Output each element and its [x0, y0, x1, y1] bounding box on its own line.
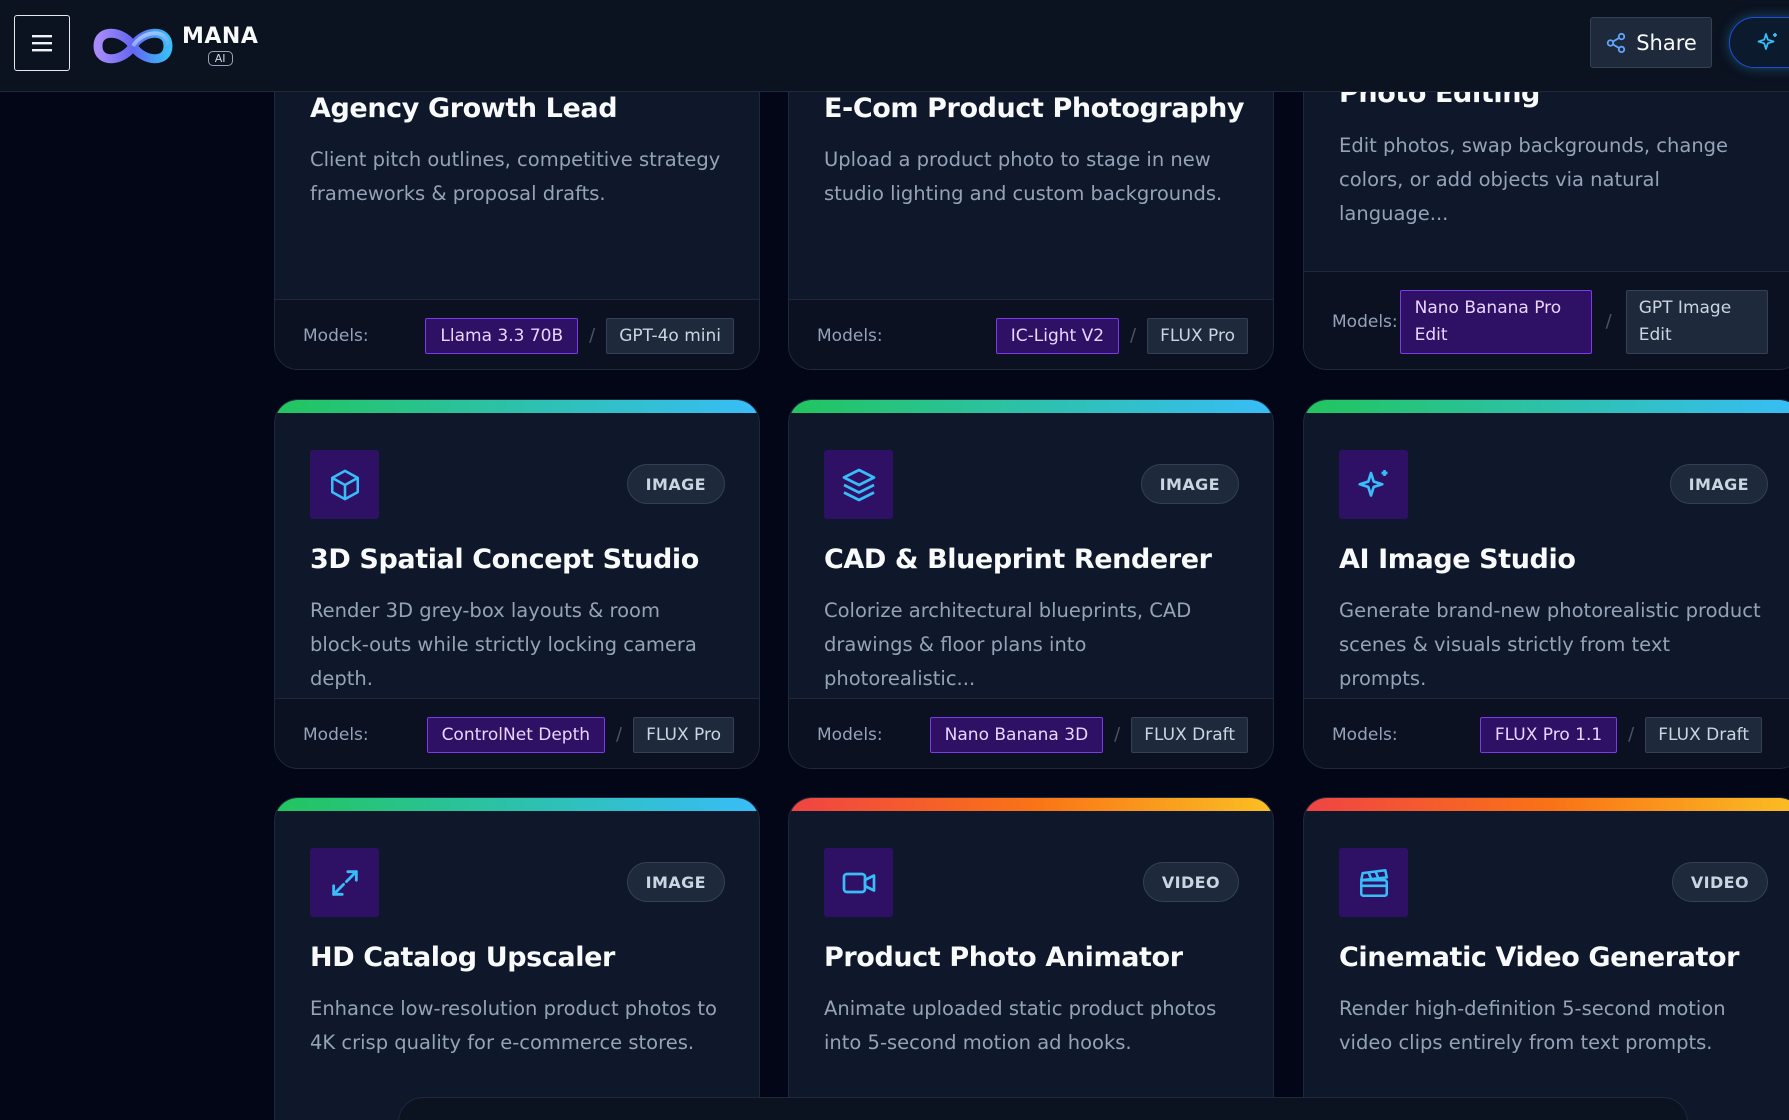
infinity-logo-icon — [93, 28, 173, 64]
card-accent-bar — [275, 400, 759, 413]
category-badge: VIDEO — [1671, 862, 1768, 902]
logo-text: MANA AI — [182, 26, 258, 66]
tool-card[interactable]: IMAGE 3D Spatial Concept Studio Render 3… — [274, 399, 760, 769]
card-description: Render 3D grey-box layouts & room block-… — [310, 599, 697, 690]
card-title: E-Com Product Photography — [824, 93, 1245, 124]
separator: / — [1114, 724, 1121, 745]
card-title: 3D Spatial Concept Studio — [310, 544, 699, 575]
card-description: Animate uploaded static product photos i… — [824, 997, 1217, 1054]
logo-sub: AI — [207, 51, 233, 66]
menu-button[interactable] — [14, 15, 70, 71]
model-chip-secondary[interactable]: GPT Image Edit — [1625, 289, 1768, 354]
share-button[interactable]: Share — [1590, 17, 1712, 68]
card-models: Models: IC-Light V2 / FLUX Pro — [789, 299, 1273, 369]
card-title: Product Photo Animator — [824, 942, 1183, 973]
card-accent-bar — [789, 400, 1273, 413]
category-badge: IMAGE — [626, 862, 725, 902]
expand-icon — [331, 869, 358, 896]
card-title: CAD & Blueprint Renderer — [824, 544, 1212, 575]
models-label: Models: — [817, 325, 883, 346]
model-chip-primary[interactable]: FLUX Pro 1.1 — [1479, 716, 1618, 753]
share-icon — [1607, 32, 1626, 53]
category-badge: VIDEO — [1142, 862, 1239, 902]
card-title: Cinematic Video Generator — [1339, 942, 1740, 973]
card-description: Edit photos, swap backgrounds, change co… — [1339, 134, 1729, 225]
card-icon — [1339, 450, 1408, 519]
card-accent-bar — [789, 798, 1273, 811]
page: MANA AI Share Agency Growth Lead Client … — [0, 0, 1789, 1120]
card-description: Upload a product photo to stage in new s… — [824, 148, 1223, 205]
category-badge: IMAGE — [1669, 464, 1768, 504]
cube-icon — [330, 469, 359, 500]
tool-card[interactable]: IMAGE AI Image Studio Generate brand-new… — [1303, 399, 1789, 769]
hamburger-icon — [32, 35, 52, 52]
card-description: Enhance low-resolution product photos to… — [310, 997, 717, 1054]
model-chip-secondary[interactable]: FLUX Pro — [1147, 317, 1248, 354]
card-icon — [824, 450, 893, 519]
model-chip-secondary[interactable]: FLUX Draft — [1131, 716, 1248, 753]
card-description: Generate brand-new photorealistic produc… — [1339, 599, 1761, 690]
card-models: Models: ControlNet Depth / FLUX Pro — [275, 698, 759, 768]
ai-magic-button[interactable] — [1729, 17, 1789, 68]
category-badge: IMAGE — [626, 464, 725, 504]
separator: / — [1130, 325, 1137, 346]
model-chip-primary[interactable]: ControlNet Depth — [426, 716, 606, 753]
logo[interactable]: MANA AI — [90, 18, 258, 74]
model-chip-primary[interactable]: Llama 3.3 70B — [425, 317, 579, 354]
sparkles-icon — [1757, 32, 1777, 50]
card-models: Models: Nano Banana 3D / FLUX Draft — [789, 698, 1273, 768]
model-chip-secondary[interactable]: FLUX Pro — [633, 716, 734, 753]
separator: / — [589, 325, 596, 346]
card-title: HD Catalog Upscaler — [310, 942, 615, 973]
video-camera-icon — [842, 872, 875, 893]
tool-card[interactable]: VIDEO Product Photo Animator Animate upl… — [788, 797, 1274, 1120]
card-models: Models: Nano Banana Pro Edit / GPT Image… — [1304, 271, 1789, 369]
tool-card[interactable]: VIDEO Cinematic Video Generator Render h… — [1303, 797, 1789, 1120]
sparkles-icon — [1357, 469, 1387, 497]
card-accent-bar — [1304, 798, 1789, 811]
models-label: Models: — [1332, 724, 1398, 745]
category-badge: IMAGE — [1140, 464, 1239, 504]
separator: / — [1628, 724, 1635, 745]
card-description: Render high-definition 5-second motion v… — [1339, 997, 1726, 1054]
top-header: MANA AI Share — [0, 0, 1789, 92]
model-chip-secondary[interactable]: FLUX Draft — [1645, 716, 1762, 753]
card-accent-bar — [275, 798, 759, 811]
model-chip-primary[interactable]: Nano Banana Pro Edit — [1399, 289, 1592, 354]
separator: / — [1605, 311, 1612, 332]
model-chip-secondary[interactable]: GPT-4o mini — [606, 317, 734, 354]
models-label: Models: — [1332, 311, 1398, 332]
card-description: Client pitch outlines, competitive strat… — [310, 148, 721, 205]
models-label: Models: — [817, 724, 883, 745]
card-description: Colorize architectural blueprints, CAD d… — [824, 599, 1192, 690]
model-chip-primary[interactable]: IC-Light V2 — [995, 317, 1120, 354]
layers-icon — [842, 468, 875, 501]
card-title: Agency Growth Lead — [310, 93, 618, 124]
card-models: Models: Llama 3.3 70B / GPT-4o mini — [275, 299, 759, 369]
card-models: Models: FLUX Pro 1.1 / FLUX Draft — [1304, 698, 1789, 768]
models-label: Models: — [303, 325, 369, 346]
share-label: Share — [1636, 30, 1697, 55]
card-title: AI Image Studio — [1339, 544, 1576, 575]
bottom-input-bar[interactable] — [398, 1097, 1688, 1120]
card-accent-bar — [1304, 400, 1789, 413]
card-icon — [310, 450, 379, 519]
tool-card[interactable]: IMAGE HD Catalog Upscaler Enhance low-re… — [274, 797, 760, 1120]
card-icon — [1339, 848, 1408, 917]
models-label: Models: — [303, 724, 369, 745]
tool-card[interactable]: IMAGE CAD & Blueprint Renderer Colorize … — [788, 399, 1274, 769]
separator: / — [616, 724, 623, 745]
logo-name: MANA — [182, 24, 259, 49]
card-icon — [310, 848, 379, 917]
clapperboard-icon — [1359, 868, 1388, 897]
model-chip-primary[interactable]: Nano Banana 3D — [929, 716, 1104, 753]
card-icon — [824, 848, 893, 917]
